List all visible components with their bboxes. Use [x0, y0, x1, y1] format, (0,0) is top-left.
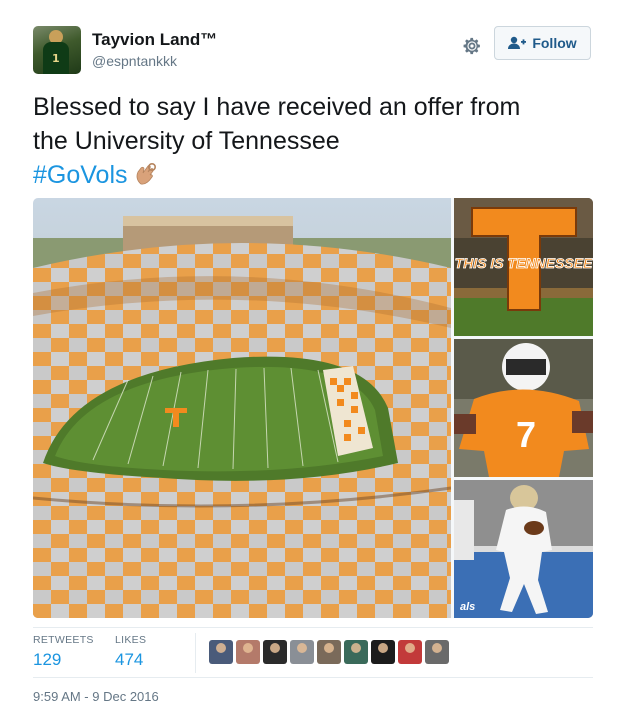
add-user-icon	[508, 36, 527, 49]
liker-avatar[interactable]	[290, 640, 314, 664]
liker-avatar[interactable]	[263, 640, 287, 664]
liker-avatar[interactable]	[317, 640, 341, 664]
tweet-text-line-2: the University of Tennessee	[33, 127, 340, 155]
hashtag-link[interactable]: #GoVols	[33, 161, 128, 189]
jersey-player-photo[interactable]: 7	[454, 339, 593, 477]
running-player-photo[interactable]: als	[454, 480, 593, 618]
tweet-header: 1 Tayvion Land™ @espntankkk Follow	[33, 26, 593, 76]
retweets-count: 129	[33, 650, 62, 669]
tweet-text: Blessed to say I have received an offer …	[33, 90, 593, 192]
tweet-timestamp[interactable]: 9:59 AM - 9 Dec 2016	[33, 689, 159, 704]
photo-watermark: als	[460, 601, 475, 613]
liker-avatar[interactable]	[236, 640, 260, 664]
avatar-jersey-number: 1	[52, 52, 60, 65]
gear-icon[interactable]	[461, 35, 483, 57]
avatar[interactable]: 1	[33, 26, 81, 74]
liker-avatar[interactable]	[371, 640, 395, 664]
media-grid: THIS IS TENNESSEE 7 als	[33, 198, 593, 618]
stadium-photo[interactable]	[33, 198, 451, 618]
liker-avatar[interactable]	[425, 640, 449, 664]
jersey-number: 7	[516, 414, 536, 455]
user-handle[interactable]: @espntankkk	[92, 53, 177, 69]
likes-label: LIKES	[115, 634, 147, 646]
divider	[195, 633, 196, 673]
likes-count: 474	[115, 650, 144, 669]
likes-stat[interactable]: LIKES 474	[115, 634, 146, 670]
divider	[33, 677, 593, 678]
user-display-name[interactable]: Tayvion Land™	[92, 30, 217, 50]
liker-avatar[interactable]	[209, 640, 233, 664]
retweets-label: RETWEETS	[33, 634, 94, 646]
ok-hand-emoji-icon	[136, 163, 156, 185]
retweets-stat[interactable]: RETWEETS 129	[33, 634, 94, 670]
liker-avatars	[209, 640, 449, 664]
follow-button-label: Follow	[532, 35, 577, 51]
liker-avatar[interactable]	[344, 640, 368, 664]
follow-button[interactable]: Follow	[494, 26, 591, 60]
this-is-tennessee-photo[interactable]: THIS IS TENNESSEE	[454, 198, 593, 336]
this-is-tennessee-banner: THIS IS TENNESSEE	[455, 255, 593, 271]
liker-avatar[interactable]	[398, 640, 422, 664]
tweet-text-line-1: Blessed to say I have received an offer …	[33, 93, 521, 121]
divider	[33, 627, 593, 628]
